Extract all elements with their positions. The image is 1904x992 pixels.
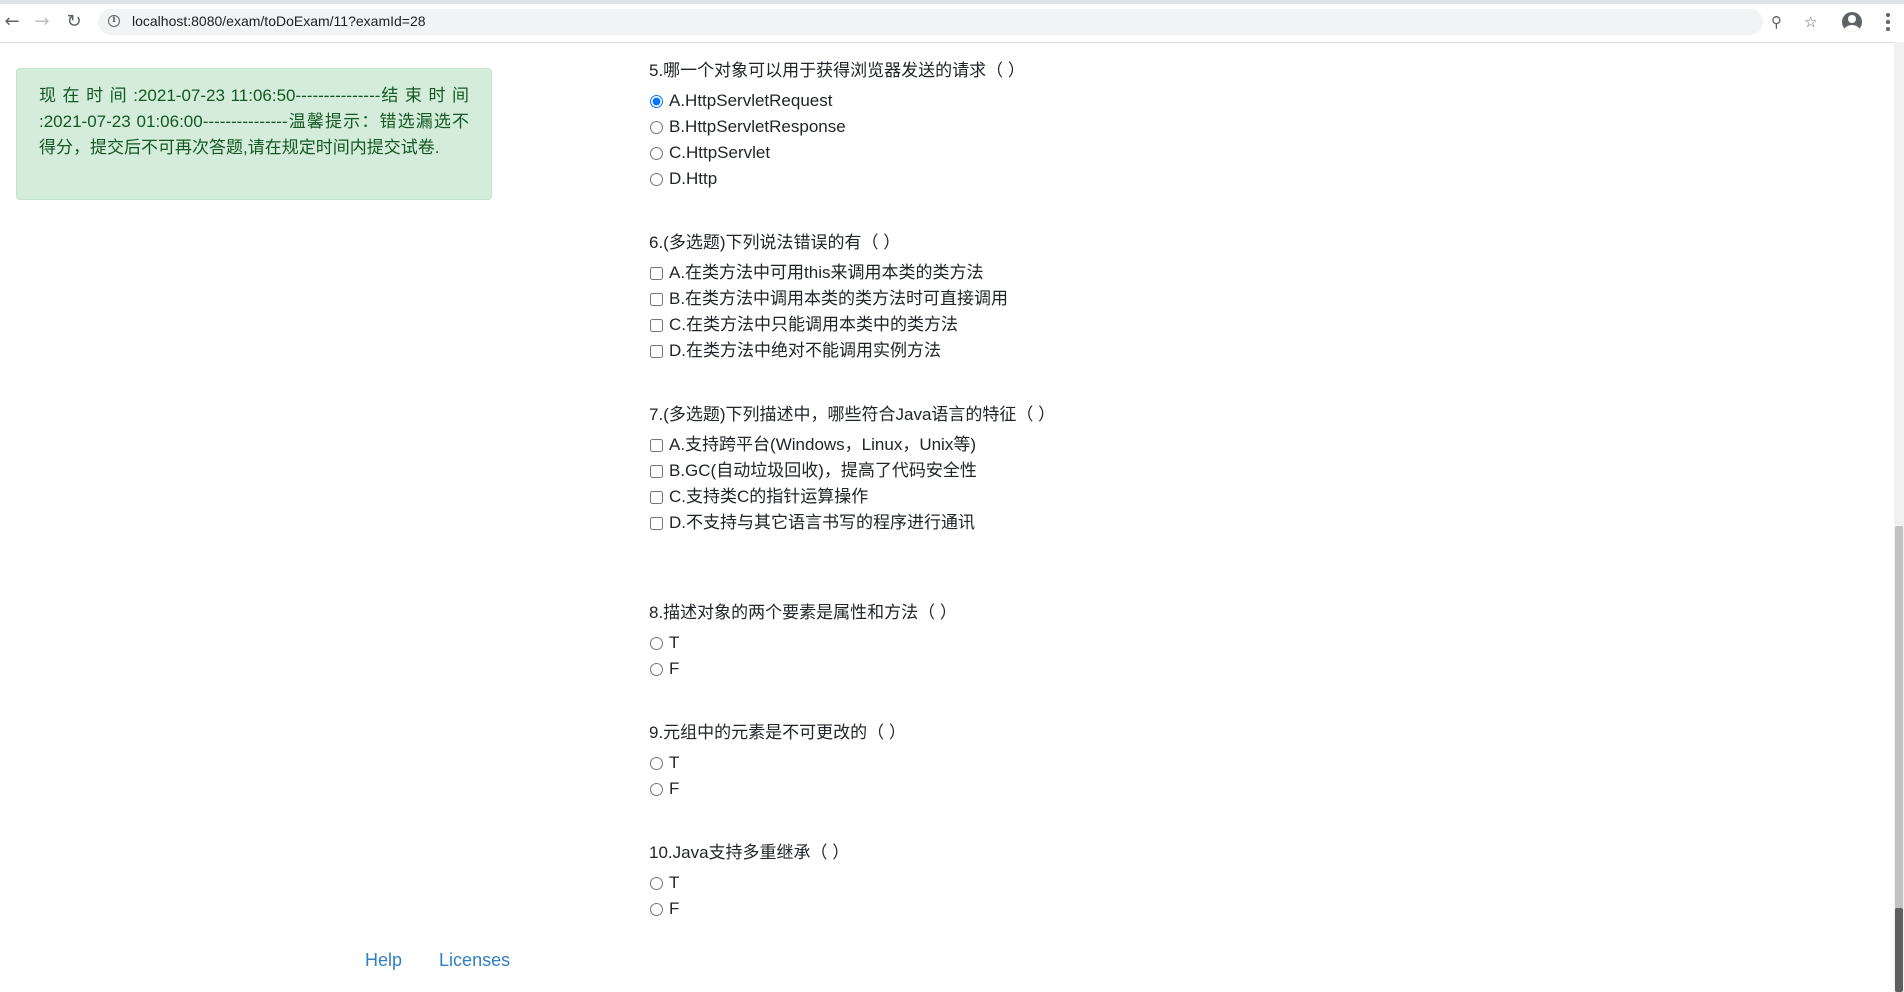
- question-title: 6.(多选题)下列说法错误的有（ ）: [649, 233, 901, 252]
- answer-checkbox[interactable]: [650, 490, 663, 504]
- answer-option[interactable]: F: [649, 776, 1549, 802]
- answer-radio[interactable]: [650, 876, 663, 890]
- answer-option[interactable]: F: [649, 656, 1549, 682]
- option-label: D.不支持与其它语言书写的程序进行通讯: [669, 513, 975, 532]
- bookmark-star-icon[interactable]: ☆: [1804, 13, 1817, 31]
- question-block: 7.(多选题)下列描述中，哪些符合Java语言的特征（ ） A.支持跨平台(Win…: [649, 398, 1549, 536]
- option-label: A.支持跨平台(Windows，Linux，Unix等): [669, 435, 976, 454]
- answer-checkbox[interactable]: [650, 464, 663, 478]
- scrollbar-track-highlight[interactable]: [1895, 526, 1903, 936]
- option-label: T: [669, 633, 680, 652]
- url-text[interactable]: localhost:8080/exam/toDoExam/11?examId=2…: [132, 13, 426, 29]
- answer-option[interactable]: B.在类方法中调用本类的类方法时可直接调用: [649, 286, 1549, 312]
- answer-option[interactable]: C.支持类C的指针运算操作: [649, 484, 1549, 510]
- answer-option[interactable]: T: [649, 630, 1549, 656]
- answer-option[interactable]: T: [649, 750, 1549, 776]
- question-title: 9.元组中的元素是不可更改的（ ）: [649, 723, 906, 742]
- option-label: B.HttpServletResponse: [669, 117, 846, 136]
- zoom-icon[interactable]: ⚲: [1771, 13, 1782, 31]
- answer-option[interactable]: B.GC(自动垃圾回收)，提高了代码安全性: [649, 458, 1549, 484]
- tab-strip-edge: [0, 0, 1904, 4]
- footer-links: Help Licenses: [365, 950, 542, 971]
- answer-checkbox[interactable]: [650, 516, 663, 530]
- question-title: 8.描述对象的两个要素是属性和方法（ ）: [649, 603, 957, 622]
- answer-option[interactable]: D.不支持与其它语言书写的程序进行通讯: [649, 510, 1549, 536]
- answer-radio[interactable]: [650, 662, 663, 676]
- answer-radio[interactable]: [650, 146, 663, 160]
- answer-option[interactable]: T: [649, 870, 1549, 896]
- address-bar[interactable]: i localhost:8080/exam/toDoExam/11?examId…: [98, 9, 1817, 35]
- question-list: 5.哪一个对象可以用于获得浏览器发送的请求（ ） A.HttpServletReq…: [649, 54, 1549, 956]
- option-label: C.HttpServlet: [669, 143, 771, 162]
- option-label: D.Http: [669, 169, 718, 188]
- option-label: C.支持类C的指针运算操作: [669, 487, 869, 506]
- answer-option[interactable]: C.在类方法中只能调用本类中的类方法: [649, 312, 1549, 338]
- answer-option[interactable]: B.HttpServletResponse: [649, 114, 1549, 140]
- question-title: 5.哪一个对象可以用于获得浏览器发送的请求（ ）: [649, 61, 1025, 80]
- answer-option[interactable]: A.HttpServletRequest: [649, 88, 1549, 114]
- alert-text: 现 在 时 间 :2021-07-23 11:06:50------------…: [39, 86, 469, 157]
- scrollbar-thumb[interactable]: [1895, 908, 1903, 992]
- kebab-menu-icon[interactable]: [1882, 11, 1894, 33]
- answer-option[interactable]: F: [649, 896, 1549, 922]
- question-block: 6.(多选题)下列说法错误的有（ ） A.在类方法中可用this来调用本类的类方法…: [649, 226, 1549, 364]
- page-scrollbar[interactable]: [1894, 42, 1904, 992]
- option-label: D.在类方法中绝对不能调用实例方法: [669, 341, 941, 360]
- answer-option[interactable]: C.HttpServlet: [649, 140, 1549, 166]
- site-info-icon[interactable]: i: [108, 15, 120, 27]
- forward-arrow-icon[interactable]: →: [30, 10, 54, 34]
- option-label: B.在类方法中调用本类的类方法时可直接调用: [669, 289, 1009, 308]
- answer-option[interactable]: D.在类方法中绝对不能调用实例方法: [649, 338, 1549, 364]
- answer-checkbox[interactable]: [650, 438, 663, 452]
- question-title: 10.Java支持多重继承（ ）: [649, 843, 850, 862]
- back-arrow-icon[interactable]: ←: [0, 10, 24, 34]
- answer-checkbox[interactable]: [650, 318, 663, 332]
- browser-toolbar: ← → ↻ i localhost:8080/exam/toDoExam/11?…: [0, 0, 1904, 43]
- answer-radio[interactable]: [650, 120, 663, 134]
- exam-time-alert: 现 在 时 间 :2021-07-23 11:06:50------------…: [16, 68, 492, 200]
- answer-radio[interactable]: [650, 902, 663, 916]
- answer-radio[interactable]: [650, 94, 663, 108]
- answer-radio[interactable]: [650, 636, 663, 650]
- answer-checkbox[interactable]: [650, 266, 663, 280]
- option-label: F: [669, 659, 680, 678]
- answer-radio[interactable]: [650, 172, 663, 186]
- option-label: T: [669, 753, 680, 772]
- answer-option[interactable]: A.支持跨平台(Windows，Linux，Unix等): [649, 432, 1549, 458]
- option-label: T: [669, 873, 680, 892]
- option-label: B.GC(自动垃圾回收)，提高了代码安全性: [669, 461, 977, 480]
- option-label: A.HttpServletRequest: [669, 91, 833, 110]
- reload-icon[interactable]: ↻: [62, 10, 86, 34]
- question-block: 10.Java支持多重继承（ ） T F: [649, 836, 1549, 922]
- answer-checkbox[interactable]: [650, 344, 663, 358]
- answer-checkbox[interactable]: [650, 292, 663, 306]
- help-link[interactable]: Help: [365, 950, 402, 970]
- question-block: 9.元组中的元素是不可更改的（ ） T F: [649, 716, 1549, 802]
- licenses-link[interactable]: Licenses: [439, 950, 510, 970]
- option-label: F: [669, 899, 680, 918]
- option-label: F: [669, 779, 680, 798]
- option-label: C.在类方法中只能调用本类中的类方法: [669, 315, 958, 334]
- answer-radio[interactable]: [650, 756, 663, 770]
- answer-radio[interactable]: [650, 782, 663, 796]
- question-title: 7.(多选题)下列描述中，哪些符合Java语言的特征（ ）: [649, 405, 1056, 424]
- profile-avatar-icon[interactable]: [1842, 12, 1862, 32]
- option-label: A.在类方法中可用this来调用本类的类方法: [669, 263, 984, 282]
- question-block: 8.描述对象的两个要素是属性和方法（ ） T F: [649, 596, 1549, 682]
- answer-option[interactable]: A.在类方法中可用this来调用本类的类方法: [649, 260, 1549, 286]
- question-block: 5.哪一个对象可以用于获得浏览器发送的请求（ ） A.HttpServletReq…: [649, 54, 1549, 192]
- answer-option[interactable]: D.Http: [649, 166, 1549, 192]
